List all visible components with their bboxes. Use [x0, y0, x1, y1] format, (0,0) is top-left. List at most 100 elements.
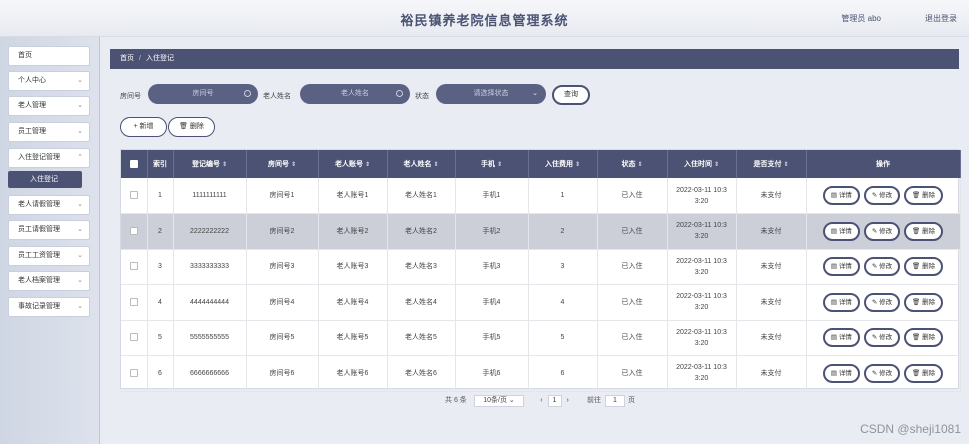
sort-icon[interactable]: ⇕ [637, 162, 642, 168]
batch-delete-label: 删除 [189, 123, 204, 130]
sort-icon[interactable]: ⇕ [783, 162, 788, 168]
delete-button[interactable]: 🗑 删除 [904, 221, 944, 241]
next-page-button[interactable]: › [566, 397, 568, 404]
edit-button[interactable]: ✎ 修改 [863, 363, 901, 383]
col-account[interactable]: 老人账号 ⇕ [318, 150, 388, 178]
room-label: 房间号 [120, 93, 141, 100]
edit-button[interactable]: ✎ 修改 [863, 292, 901, 312]
logout-link[interactable]: 退出登录 [925, 13, 957, 24]
goto-input[interactable]: 1 [605, 395, 625, 407]
sidebar-item-elderly[interactable]: 老人管理 ⌄ [8, 96, 90, 116]
col-code[interactable]: 登记编号 ⇕ [173, 150, 247, 178]
sidebar-item-home[interactable]: 首页 [8, 46, 90, 66]
cell-account: 老人账号1 [318, 178, 388, 214]
sidebar-item-label: 事故记录管理 [18, 303, 60, 310]
trash-icon: 🗑 [912, 192, 921, 199]
edit-button[interactable]: ✎ 修改 [863, 221, 901, 241]
sort-icon[interactable]: ⇕ [575, 162, 580, 168]
page-size-select[interactable]: 10条/页 ⌄ [474, 395, 524, 407]
col-room[interactable]: 房间号 ⇕ [246, 150, 319, 178]
row-select-cell[interactable] [121, 178, 148, 214]
room-input[interactable]: 房间号 [148, 84, 258, 104]
col-fee[interactable]: 入住费用 ⇕ [528, 150, 598, 178]
breadcrumb: 首页 / 入住登记 [110, 49, 959, 69]
sidebar-item-checkin[interactable]: 入住登记 [8, 171, 82, 188]
row-select-cell[interactable] [121, 355, 148, 392]
col-account-label: 老人账号 [334, 161, 363, 168]
select-all-header[interactable] [121, 150, 148, 178]
sidebar-item-salary[interactable]: 员工工资管理 ⌄ [8, 246, 90, 266]
sidebar-item-staff-leave[interactable]: 员工请假管理 ⌄ [8, 220, 90, 240]
table-row[interactable]: 5 5555555555 房间号5 老人账号5 老人姓名5 手机5 5 已入住 2022-03-… [121, 320, 961, 356]
edit-icon: ✎ [871, 369, 878, 377]
detail-button[interactable]: ▤ 详情 [822, 328, 860, 348]
sort-icon[interactable]: ⇕ [714, 162, 719, 168]
edit-button[interactable]: ✎ 修改 [863, 257, 901, 277]
delete-button[interactable]: 🗑 删除 [904, 292, 944, 312]
sort-icon[interactable]: ⇕ [497, 162, 502, 168]
sort-icon[interactable]: ⇕ [291, 162, 296, 168]
table-row[interactable]: 1 1111111111 房间号1 老人账号1 老人姓名1 手机1 1 已入住 2022-03-… [121, 178, 961, 214]
detail-button[interactable]: ▤ 详情 [822, 292, 860, 312]
col-index: 索引 [147, 150, 174, 178]
sidebar-item-staff[interactable]: 员工管理 ⌄ [8, 122, 90, 142]
add-button[interactable]: + 新增 [120, 117, 167, 137]
cell-phone: 手机6 [455, 355, 529, 392]
detail-button[interactable]: ▤ 详情 [822, 221, 860, 241]
row-checkbox[interactable] [129, 191, 138, 200]
name-label: 老人姓名 [263, 93, 291, 100]
sidebar-item-profile[interactable]: 个人中心 ⌄ [8, 71, 90, 91]
col-time[interactable]: 入住时间 ⇕ [667, 150, 737, 178]
sidebar-item-archive[interactable]: 老人档案管理 ⌄ [8, 271, 90, 291]
edit-button[interactable]: ✎ 修改 [863, 328, 901, 348]
row-checkbox[interactable] [129, 226, 138, 235]
col-name[interactable]: 老人姓名 ⇕ [387, 150, 456, 178]
query-button[interactable]: 查询 [552, 85, 590, 105]
edit-button[interactable]: ✎ 修改 [863, 186, 901, 205]
sort-icon[interactable]: ⇕ [365, 162, 370, 168]
sort-icon[interactable]: ⇕ [433, 162, 438, 168]
select-all-checkbox[interactable] [129, 160, 138, 168]
batch-delete-button[interactable]: 🗑 删除 [168, 117, 215, 137]
col-paid[interactable]: 是否支付 ⇕ [736, 150, 807, 178]
row-select-cell[interactable] [121, 249, 148, 285]
row-checkbox[interactable] [129, 368, 138, 377]
row-checkbox[interactable] [129, 333, 138, 342]
status-placeholder: 请选择状态 [473, 90, 509, 97]
sidebar-item-checkin-mgmt[interactable]: 入住登记管理 ⌃ [8, 148, 90, 168]
row-select-cell[interactable] [121, 320, 148, 356]
current-page[interactable]: 1 [547, 395, 562, 407]
col-phone[interactable]: 手机 ⇕ [455, 150, 529, 178]
name-input[interactable]: 老人姓名 [300, 84, 410, 104]
table-row[interactable]: 6 6666666666 房间号6 老人账号6 老人姓名6 手机6 6 已入住 2022-03-… [121, 355, 961, 392]
table-row[interactable]: 4 4444444444 房间号4 老人账号4 老人姓名4 手机4 4 已入住 2022-03-… [121, 284, 961, 321]
row-select-cell[interactable] [121, 284, 148, 321]
detail-button[interactable]: ▤ 详情 [822, 257, 860, 277]
sidebar: 首页 个人中心 ⌄ 老人管理 ⌄ 员工管理 ⌄ 入住登记管理 ⌃ 入住登记 老人请假管理… [0, 37, 100, 444]
sidebar-item-accident[interactable]: 事故记录管理 ⌄ [8, 297, 90, 317]
table-row[interactable]: 3 3333333333 房间号3 老人账号3 老人姓名3 手机3 3 已入住 2022-03-… [121, 249, 961, 285]
delete-button[interactable]: 🗑 删除 [904, 186, 944, 205]
cell-time-date: 2022-03-11 10:3 [676, 186, 727, 194]
delete-button[interactable]: 🗑 删除 [904, 257, 944, 277]
delete-button[interactable]: 🗑 删除 [904, 363, 944, 383]
row-checkbox[interactable] [129, 297, 138, 306]
status-select[interactable]: 请选择状态 ⌄ [436, 84, 546, 104]
cell-time: 2022-03-11 10:3 3:20 [667, 320, 737, 356]
cell-actions: ▤ 详情 ✎ 修改 🗑 删除 [806, 320, 961, 356]
cell-time-date: 2022-03-11 10:3 [676, 293, 727, 301]
detail-button[interactable]: ▤ 详情 [822, 363, 860, 383]
col-status[interactable]: 状态 ⇕ [597, 150, 668, 178]
detail-button[interactable]: ▤ 详情 [822, 186, 860, 205]
sidebar-item-elderly-leave[interactable]: 老人请假管理 ⌄ [8, 195, 90, 215]
sort-icon[interactable]: ⇕ [222, 162, 227, 168]
prev-page-button[interactable]: ‹ [540, 397, 542, 404]
breadcrumb-home[interactable]: 首页 [120, 55, 134, 62]
table-row[interactable]: 2 2222222222 房间号2 老人账号2 老人姓名2 手机2 2 已入住 2022-03-… [121, 213, 961, 250]
row-select-cell[interactable] [121, 213, 148, 250]
delete-button[interactable]: 🗑 删除 [904, 328, 944, 348]
cell-name: 老人姓名3 [387, 249, 456, 285]
chevron-down-icon: ⌄ [77, 201, 83, 208]
row-checkbox[interactable] [129, 262, 138, 271]
cell-name: 老人姓名6 [387, 355, 456, 392]
